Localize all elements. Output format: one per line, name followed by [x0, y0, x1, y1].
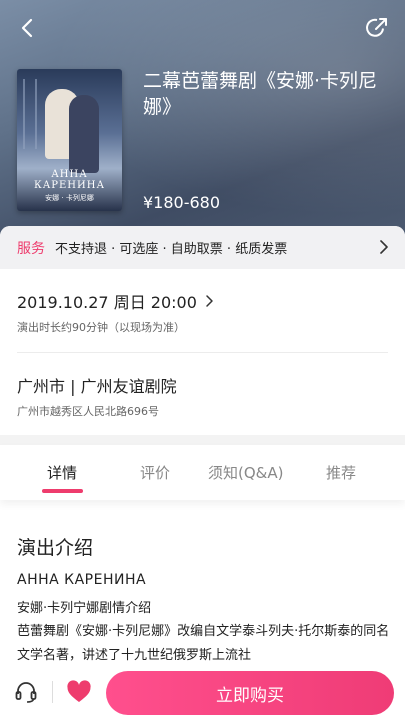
share-button[interactable]: [363, 14, 391, 42]
tab-active-indicator: [42, 489, 83, 493]
datetime-text: 2019.10.27 周日 20:00: [17, 293, 197, 312]
show-title: 二幕芭蕾舞剧《安娜·卡列尼娜》: [143, 70, 378, 118]
show-duration: 演出时长约90分钟（以现场为准）: [17, 321, 185, 334]
service-text: 不支持退 · 可选座 · 自助取票 · 纸质发票: [55, 242, 288, 257]
share-icon: [366, 18, 387, 37]
chevron-right-icon: [380, 240, 388, 254]
divider: [52, 681, 53, 703]
show-datetime[interactable]: 2019.10.27 周日 20:00: [17, 289, 216, 313]
tab-recommend[interactable]: 推荐: [326, 462, 356, 483]
show-poster[interactable]: АННА КАРЕНИНА 安娜 · 卡列尼娜: [17, 69, 122, 211]
bottom-action-bar: 立即购买: [0, 664, 405, 719]
heart-icon: [67, 680, 91, 702]
chevron-left-icon: [21, 18, 33, 38]
buy-now-button[interactable]: 立即购买: [106, 671, 394, 715]
service-label: 服务: [17, 240, 45, 257]
section-title: 演出介绍: [17, 537, 94, 559]
tab-notice[interactable]: 须知(Q&A): [208, 462, 283, 483]
tab-reviews[interactable]: 评价: [140, 462, 170, 483]
venue-name[interactable]: 广州市 | 广州友谊剧院: [17, 373, 177, 397]
chevron-right-icon: [206, 295, 213, 307]
back-button[interactable]: [14, 14, 42, 42]
intro-text: 安娜·卡列宁娜剧情介绍: [17, 601, 152, 616]
content-card: 服务 不支持退 · 可选座 · 自助取票 · 纸质发票 2019.10.27 周…: [0, 226, 405, 719]
intro-text: АННА КАРЕНИНА: [17, 572, 147, 588]
service-row[interactable]: 服务 不支持退 · 可选座 · 自助取票 · 纸质发票: [0, 226, 405, 269]
section-gap: [0, 435, 405, 445]
headset-icon: [15, 682, 37, 703]
venue-address: 广州市越秀区人民北路696号: [17, 405, 159, 418]
hero-header: АННА КАРЕНИНА 安娜 · 卡列尼娜 二幕芭蕾舞剧《安娜·卡列尼娜》 …: [0, 0, 405, 240]
tab-details[interactable]: 详情: [47, 462, 77, 483]
divider: [17, 352, 388, 353]
customer-service-button[interactable]: [13, 679, 39, 705]
price-range: ¥180-680: [143, 193, 221, 212]
intro-text: 芭蕾舞剧《安娜·卡列尼娜》改编自文学泰斗列夫·托尔斯泰的同名文学名著，讲述了十九…: [17, 624, 390, 663]
favorite-button[interactable]: [66, 680, 92, 704]
